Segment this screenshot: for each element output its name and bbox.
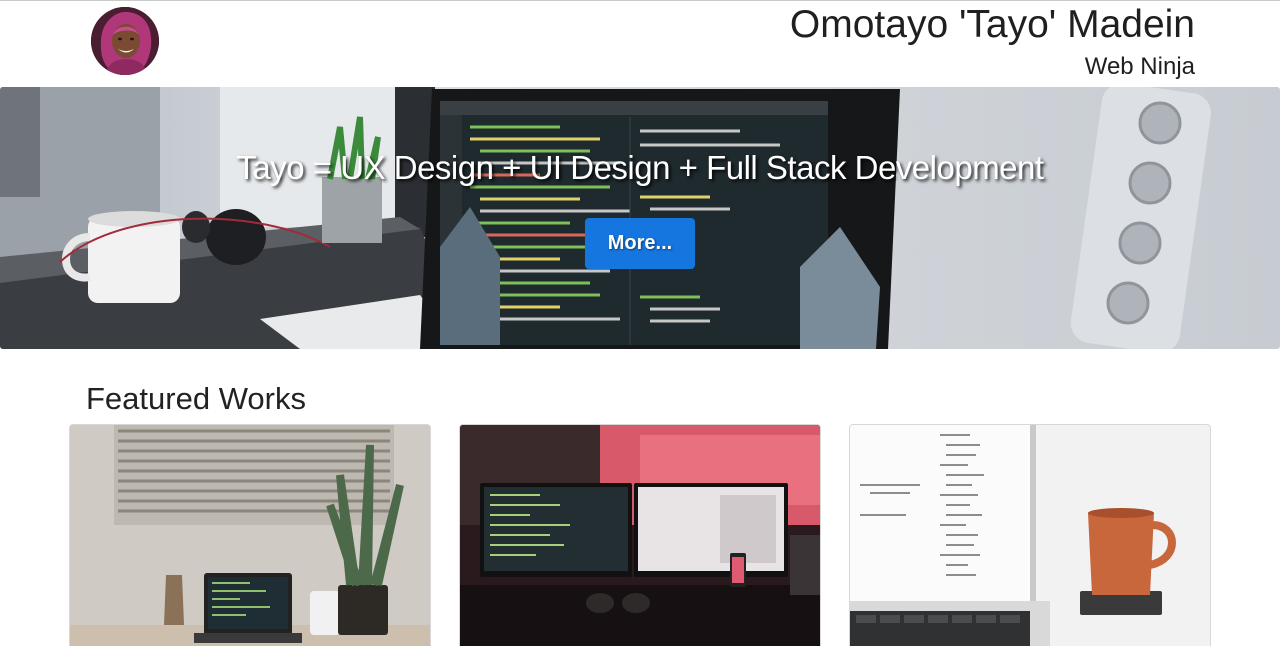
profile-photo-icon bbox=[91, 7, 159, 75]
site-owner-role: Web Ninja bbox=[1084, 53, 1195, 80]
dual-monitor-setup-red-room-image bbox=[460, 425, 820, 646]
hero-title: Tayo = UX Design + UI Design + Full Stac… bbox=[236, 149, 1044, 186]
site-owner-name: Omotayo 'Tayo' Madein bbox=[789, 3, 1195, 46]
avatar[interactable] bbox=[91, 7, 159, 75]
laptop-with-orange-mug-image bbox=[850, 425, 1210, 646]
site-header: Omotayo 'Tayo' Madein Web Ninja bbox=[0, 1, 1280, 87]
hero-banner: Tayo = UX Design + UI Design + Full Stac… bbox=[0, 87, 1280, 349]
featured-work-card-3[interactable] bbox=[849, 424, 1211, 646]
featured-works-title: Featured Works bbox=[86, 381, 306, 416]
more-button[interactable]: More... bbox=[585, 218, 695, 269]
featured-work-card-1[interactable] bbox=[69, 424, 431, 646]
desk-with-laptop-and-plant-image bbox=[70, 425, 430, 646]
featured-work-card-2[interactable] bbox=[459, 424, 821, 646]
